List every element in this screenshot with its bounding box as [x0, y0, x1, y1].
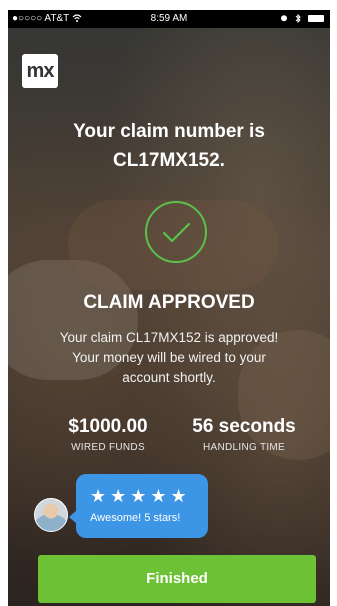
claim-message: Your claim CL17MX152 is approved! Your m… — [59, 330, 279, 385]
check-circle-icon — [144, 200, 208, 264]
wired-funds-stat: $1000.00 WIRED FUNDS — [38, 416, 178, 453]
bluetooth-icon — [295, 13, 304, 24]
claim-title-line1: Your claim number is — [73, 121, 265, 142]
review-text: Awesome! 5 stars! — [90, 512, 181, 524]
status-icons — [276, 13, 324, 24]
claim-number: CL17MX152. — [113, 150, 225, 171]
mx-logo: mx — [22, 54, 58, 88]
claim-status-heading: CLAIM APPROVED — [83, 292, 255, 313]
wired-funds-label: WIRED FUNDS — [71, 442, 145, 453]
user-avatar — [34, 498, 68, 532]
alarm-icon — [280, 13, 291, 24]
handling-time-label: HANDLING TIME — [202, 442, 286, 453]
bubble-tail — [69, 510, 77, 524]
handling-time-value: 56 seconds — [192, 416, 296, 437]
handling-time-stat: 56 seconds HANDLING TIME — [174, 416, 314, 453]
status-bar: ●○○○○ AT&T 8:59 AM — [8, 10, 330, 28]
wired-funds-value: $1000.00 — [68, 416, 148, 437]
finished-button[interactable]: Finished — [38, 555, 316, 603]
star-rating-icon[interactable]: ★★★★★ — [90, 486, 191, 507]
battery-icon — [308, 14, 324, 22]
review-bubble[interactable]: ★★★★★ Awesome! 5 stars! — [69, 474, 208, 538]
phone-screen: ●○○○○ AT&T 8:59 AM mx Your claim number … — [8, 10, 330, 606]
